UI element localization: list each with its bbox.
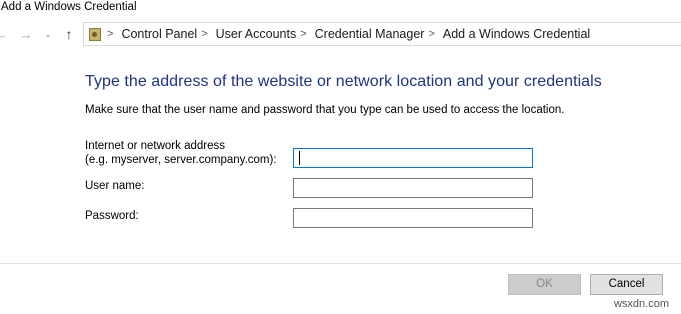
page-heading: Type the address of the website or netwo… <box>85 73 602 90</box>
breadcrumb-add-windows-credential[interactable]: Add a Windows Credential <box>443 27 590 41</box>
back-arrow-icon[interactable]: ← <box>0 24 9 44</box>
ok-button[interactable]: OK <box>508 274 581 295</box>
breadcrumb-separator-icon[interactable]: > <box>300 28 306 40</box>
up-arrow-icon[interactable]: ↑ <box>61 24 77 44</box>
address-label: Internet or network address <box>85 140 225 152</box>
recent-locations-chevron-icon[interactable]: ⌄ <box>40 24 56 44</box>
username-label: User name: <box>85 180 145 192</box>
password-label: Password: <box>85 210 139 222</box>
navigation-bar: ← → ⌄ ↑ > Control Panel > User Accounts … <box>0 22 681 48</box>
control-panel-icon <box>89 27 101 41</box>
password-input[interactable] <box>293 208 533 228</box>
breadcrumb-separator-icon[interactable]: > <box>107 28 113 40</box>
address-bar[interactable]: > Control Panel > User Accounts > Creden… <box>83 22 681 46</box>
network-address-input[interactable] <box>293 148 533 168</box>
username-input[interactable] <box>293 178 533 198</box>
breadcrumb-user-accounts[interactable]: User Accounts <box>216 27 297 41</box>
forward-arrow-icon[interactable]: → <box>18 24 34 44</box>
window-title: Add a Windows Credential <box>1 1 137 13</box>
text-cursor <box>299 151 300 165</box>
cancel-button[interactable]: Cancel <box>590 274 663 295</box>
page-description: Make sure that the user name and passwor… <box>85 104 565 116</box>
breadcrumb-control-panel[interactable]: Control Panel <box>121 27 197 41</box>
address-label-example: (e.g. myserver, server.company.com): <box>85 154 277 166</box>
breadcrumb-credential-manager[interactable]: Credential Manager <box>315 27 425 41</box>
watermark-text: wsxdn.com <box>613 298 669 310</box>
breadcrumb-separator-icon[interactable]: > <box>201 28 207 40</box>
breadcrumb-separator-icon[interactable]: > <box>428 28 434 40</box>
footer-divider <box>0 263 681 264</box>
